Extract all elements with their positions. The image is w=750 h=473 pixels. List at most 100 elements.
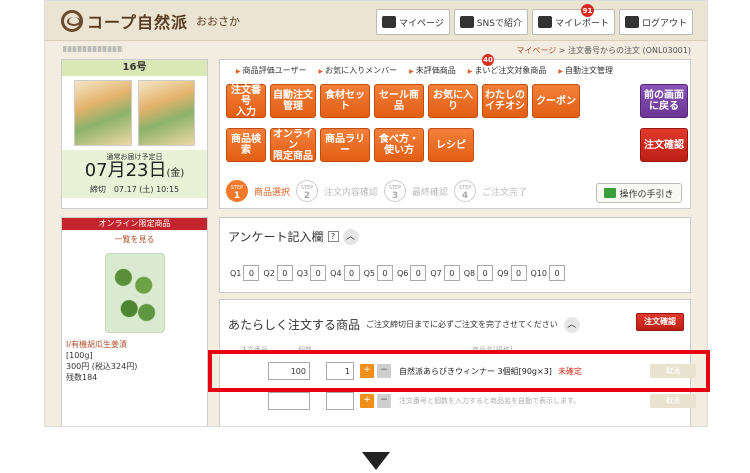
auto-order-button[interactable]: 自動注文 管理 <box>270 84 316 118</box>
logo[interactable]: コープ自然派 おおさか <box>61 9 240 33</box>
step-1-label: 商品選択 <box>254 187 291 198</box>
online-promo: オンライン限定商品 一覧を見る I/有機胡瓜生姜漬 [100g] 300円 (税… <box>61 217 208 426</box>
order-confirm-button-2[interactable]: 注文確認 <box>636 313 684 331</box>
header-buttons: マイページ SNSで紹介 91 マイレポート ログアウト <box>375 4 693 35</box>
promo-price: 300円 (税込324円) <box>66 362 138 371</box>
question-item: Q5 0 <box>364 265 393 281</box>
catalog-thumbnails <box>62 76 207 150</box>
input-hint: 注文番号と個数を入力すると商品名を自動で表示します。 <box>399 397 581 405</box>
promo-info: I/有機胡瓜生姜漬 [100g] 300円 (税込324円) 残数184 <box>62 333 207 383</box>
step-3-icon: STEP 3 <box>384 180 407 202</box>
survey-title: アンケート記入欄 ? ︿ <box>220 218 690 245</box>
product-rally-button[interactable]: 商品ラリー <box>320 128 370 162</box>
answer-input[interactable]: 0 <box>310 265 327 281</box>
link-rated-users[interactable]: 商品評価ユーザー <box>236 65 307 76</box>
survey-title-text: アンケート記入欄 <box>228 230 324 244</box>
order-menu-panel: 商品評価ユーザー お気に入りメンバー 未評価商品 まいど注文対象商品 自動注文管… <box>219 54 691 209</box>
promo-list-link[interactable]: 一覧を見る <box>62 230 207 249</box>
breadcrumb: マイページ > 注文番号からの注文 (ONL03001) <box>516 45 691 56</box>
promo-header: オンライン限定商品 <box>62 218 207 230</box>
delivery-date: 07月23日(金) <box>62 160 207 184</box>
recipe-button[interactable]: レシピ <box>428 128 474 162</box>
catalog-image-1[interactable] <box>74 80 132 146</box>
order-number-input[interactable] <box>268 392 310 410</box>
step-4-icon: STEP 4 <box>454 180 477 202</box>
product-image[interactable] <box>104 253 165 333</box>
coupon-button[interactable]: クーポン <box>532 84 580 118</box>
my-pick-button[interactable]: わたしの イチオシ <box>482 84 528 118</box>
order-confirm-button[interactable]: 注文確認 <box>640 128 688 162</box>
promo-amount: [100g] <box>66 351 93 360</box>
answer-input[interactable]: 0 <box>243 265 260 281</box>
answer-input[interactable]: 0 <box>276 265 293 281</box>
cancel-button[interactable]: 取消 <box>650 394 696 408</box>
brand-area: おおさか <box>196 15 241 28</box>
down-arrow-icon <box>362 452 390 470</box>
help-icon[interactable]: ? <box>327 231 339 242</box>
ingredient-set-button[interactable]: 食材セット <box>320 84 370 118</box>
survey-section: アンケート記入欄 ? ︿ Q1 0 Q2 0 Q3 0 Q4 0 Q5 0 Q6 0 Q7 0… <box>219 217 691 293</box>
question-item: Q9 0 <box>497 265 527 281</box>
how-to-button[interactable]: 食べ方・ 使い方 <box>374 128 424 162</box>
header: コープ自然派 おおさか マイページ SNSで紹介 91 マイレポート ログアウト <box>45 1 707 41</box>
answer-input[interactable]: 0 <box>376 265 393 281</box>
step-2-label: 注文内容確認 <box>324 187 379 198</box>
order-steps: STEP 1 商品選択 STEP 2 注文内容確認 STEP 3 最終確認 STEP 4… <box>226 180 531 202</box>
link-repeat-items[interactable]: まいど注文対象商品 <box>468 65 546 76</box>
decrement-button[interactable]: − <box>377 394 391 408</box>
delivery-label: 通常お届け予定日 <box>62 150 207 161</box>
logout-button[interactable]: ログアウト <box>618 9 693 35</box>
link-favorite-members[interactable]: お気に入りメンバー <box>318 65 397 76</box>
step-3-label: 最終確認 <box>412 187 449 198</box>
book-icon <box>604 188 617 198</box>
link-unrated-items[interactable]: 未評価商品 <box>409 65 456 76</box>
answer-input[interactable]: 0 <box>410 265 427 281</box>
report-label: マイレポート <box>554 18 609 29</box>
operation-guide-button[interactable]: 操作の手引き <box>596 183 682 203</box>
logo-mark-icon <box>61 10 83 32</box>
sns-share-button[interactable]: SNSで紹介 <box>453 9 528 35</box>
breadcrumb-mypage-link[interactable]: マイページ <box>516 46 556 55</box>
brand-name: コープ自然派 <box>87 13 189 32</box>
mypage-button[interactable]: マイページ <box>375 9 450 35</box>
answer-input[interactable]: 0 <box>443 265 460 281</box>
question-item: Q6 0 <box>397 265 427 281</box>
question-item: Q4 0 <box>330 265 360 281</box>
new-order-title-text: あたらしく注文する商品 <box>228 318 361 332</box>
order-number-input-button[interactable]: 注文番号 入力 <box>226 84 266 118</box>
chevron-up-icon[interactable]: ︿ <box>342 228 359 245</box>
answer-input[interactable]: 0 <box>510 265 527 281</box>
home-icon <box>381 16 396 28</box>
product-search-button[interactable]: 商品検索 <box>226 128 266 162</box>
question-item: Q8 0 <box>464 265 494 281</box>
breadcrumb-sep: > <box>558 46 566 55</box>
order-row: + − 注文番号と個数を入力すると商品名を自動で表示します。 取消 <box>228 390 698 412</box>
quick-links: 商品評価ユーザー お気に入りメンバー 未評価商品 まいど注文対象商品 自動注文管… <box>236 65 613 76</box>
delivery-dow: (金) <box>166 168 185 179</box>
back-button[interactable]: 前の画面 に戻る <box>640 84 688 118</box>
new-order-note: ご注文締切日までに必ずご注文を完了させてください <box>366 320 558 329</box>
question-item: Q10 0 <box>531 265 565 281</box>
step-1-icon: STEP 1 <box>226 180 248 202</box>
highlight-box <box>208 350 710 392</box>
question-item: Q1 0 <box>230 265 260 281</box>
catalog-card: 16号 通常お届け予定日 07月23日(金) 締切 07.17 (土) 10:1… <box>61 59 208 209</box>
sale-items-button[interactable]: セール商品 <box>374 84 424 118</box>
favorites-button[interactable]: お気に入り <box>428 84 478 118</box>
promo-product-name[interactable]: I/有機胡瓜生姜漬 <box>66 339 203 350</box>
answer-input[interactable]: 0 <box>343 265 360 281</box>
mail-icon <box>459 16 474 28</box>
increment-button[interactable]: + <box>360 394 374 408</box>
my-report-button[interactable]: 91 マイレポート <box>531 4 615 35</box>
online-only-button[interactable]: オンライン 限定商品 <box>270 128 316 162</box>
answer-input[interactable]: 0 <box>477 265 494 281</box>
chevron-up-icon[interactable]: ︿ <box>563 316 580 333</box>
quantity-input[interactable] <box>326 392 354 410</box>
answer-input[interactable]: 0 <box>549 265 565 281</box>
link-auto-order[interactable]: 自動注文管理 <box>558 65 613 76</box>
new-order-title: あたらしく注文する商品 ご注文締切日までに必ずご注文を完了させてください ︿ <box>228 316 580 333</box>
sub-bar: マイページ > 注文番号からの注文 (ONL03001) <box>45 41 707 59</box>
user-id-blurred <box>63 46 123 52</box>
question-item: Q2 0 <box>263 265 293 281</box>
catalog-image-2[interactable] <box>137 80 195 146</box>
